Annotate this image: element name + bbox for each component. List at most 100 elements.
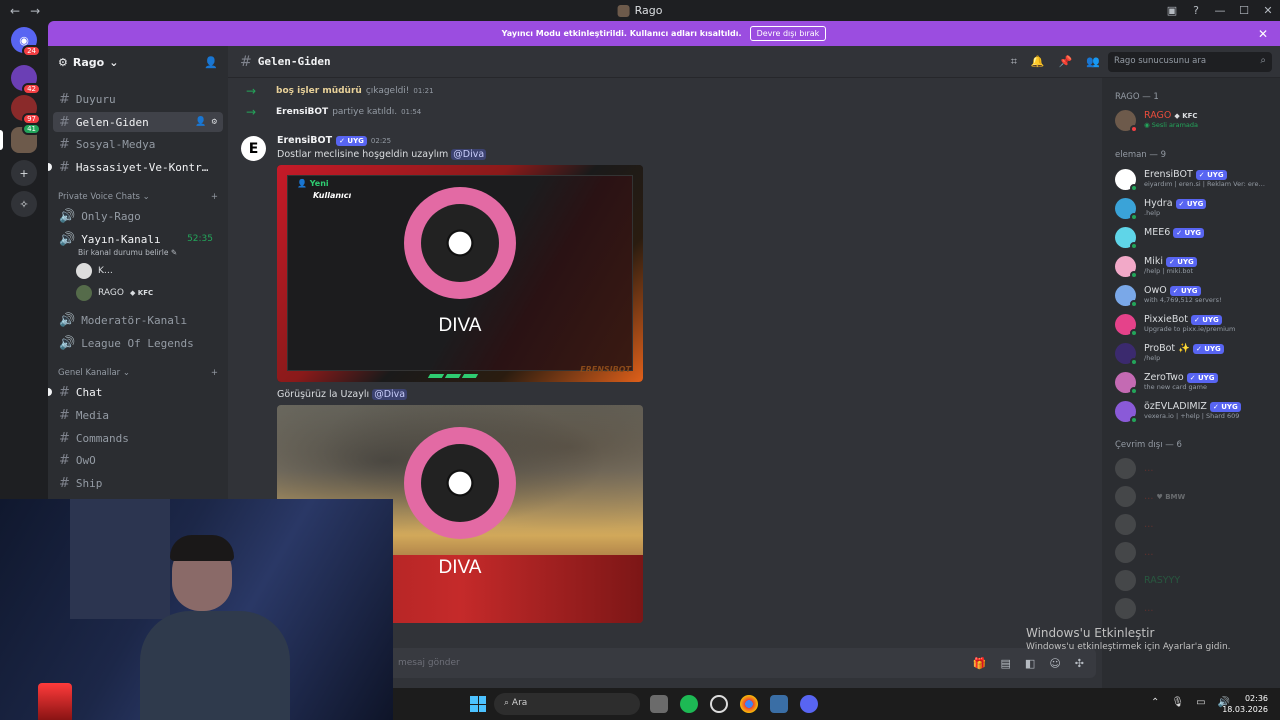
threads-icon[interactable]: ⌗ [1011,55,1017,69]
network-icon[interactable]: ▭ [1196,697,1205,708]
message-author[interactable]: ErensiBOT [277,135,332,146]
add-server-button[interactable]: + [11,160,37,186]
member-name: MEE6 [1144,227,1171,238]
server-icon[interactable]: 97 [11,95,41,125]
microphone-icon[interactable]: 🎙 [1171,697,1184,708]
user-mention[interactable]: @Diva [451,149,487,160]
gif-icon[interactable]: ▤ [1001,657,1011,670]
member-item[interactable]: ErensiBOT ✓ UYG eiyardım | eren.si | Rekla… [1115,169,1275,192]
member-item-offline[interactable]: … [1115,514,1275,535]
emoji-icon[interactable]: ☺ [1049,657,1060,670]
channel-duyuru[interactable]: # Duyuru [53,89,223,109]
member-item-offline[interactable]: … [1115,458,1275,479]
taskbar-search[interactable]: ⌕ Ara [494,693,640,715]
channel-status-prompt[interactable]: Bir kanal durumu belirle ✎ [78,248,177,257]
add-channel-icon[interactable]: + [211,368,218,378]
spotify-icon[interactable] [680,695,698,713]
channel-sosyal-medya[interactable]: # Sosyal-Medya [53,134,223,154]
hash-icon: # [59,407,70,423]
file-explorer-icon[interactable] [650,695,668,713]
channel-owo[interactable]: # OwO [53,450,223,470]
clock-date: 18.03.2026 [1222,705,1268,714]
discord-taskbar-icon[interactable] [800,695,818,713]
explore-button[interactable]: ✧ [11,191,37,217]
channel-commands[interactable]: # Commands [53,428,223,448]
member-item-offline[interactable]: … ♥ BMW [1115,486,1275,507]
start-button[interactable] [470,696,486,712]
maximize-icon[interactable]: ☐ [1232,4,1256,17]
channel-media[interactable]: # Media [53,405,223,425]
category-genel[interactable]: Genel Kanallar ⌄ + [58,368,218,378]
obs-icon[interactable] [710,695,728,713]
system-user[interactable]: ErensiBOT [276,107,328,117]
member-item[interactable]: OwO ✓ UYG with 4,769,512 servers! [1115,285,1275,308]
channel-chat[interactable]: # Chat [48,382,223,402]
server-icon[interactable]: 42 [11,65,41,95]
member-item-offline[interactable]: … [1115,598,1275,619]
voice-user[interactable]: K… [76,263,113,279]
channel-gelen-giden[interactable]: # Gelen-Giden 👤 ⚙ [53,112,223,132]
system-clock[interactable]: 02:36 18.03.2026 [1222,693,1268,715]
server-header[interactable]: ⚙ Rago ⌄ 👤 [48,46,228,78]
voice-channel-league[interactable]: 🔊 League Of Legends [53,333,223,353]
category-private-voice[interactable]: Private Voice Chats ⌄ + [58,192,218,202]
member-item-offline[interactable]: … [1115,542,1275,563]
member-item[interactable]: PixxieBot ✓ UYG Upgrade to pixx.ie/premium [1115,314,1275,337]
webcam-overlay [0,499,393,720]
help-icon[interactable]: ? [1184,4,1208,17]
card-bars [427,374,479,378]
close-banner-icon[interactable]: ✕ [1258,27,1268,41]
welcome-card-image[interactable]: 👤 Yeni Kullanıcı DIVA ERENSIBOT [277,165,643,382]
server-icon-rago[interactable]: 41 [0,123,41,153]
channel-label: Duyuru [75,92,116,106]
member-item-offline[interactable]: RASYYY [1115,570,1275,591]
guild-tag-text: BMW [1165,492,1186,501]
member-item[interactable]: Hydra ✓ UYG .help [1115,198,1275,221]
app-tag: ✓ UYG [1195,169,1227,180]
search-input[interactable]: Rago sunucusunu ara ⌕ [1108,52,1272,72]
member-item[interactable]: özEVLADIMIZ ✓ UYG vexera.io | +help | Shar… [1115,401,1275,424]
channel-hassasiyet[interactable]: # Hassasiyet-Ve-Kontr… [48,157,223,177]
speaker-icon: 🔊 [59,231,76,247]
pin-icon[interactable]: 📌 [1059,55,1073,69]
member-item[interactable]: MEE6 ✓ UYG [1115,227,1275,250]
inbox-icon[interactable]: ▣ [1160,4,1184,17]
avatar[interactable]: E [241,136,266,161]
voice-channel-only-rago[interactable]: 🔊 Only-Rago [53,206,223,226]
bell-icon[interactable]: 🔔 [1031,55,1045,69]
member-item[interactable]: RAGO ◆ KFC ◉ Sesli aramada [1115,110,1275,133]
notification-badge: 41 [22,123,41,135]
minimize-icon[interactable]: — [1208,4,1232,17]
member-item[interactable]: Miki ✓ UYG/help | miki.bot [1115,256,1275,279]
timestamp: 02:25 [370,136,392,145]
gift-icon[interactable]: 🎁 [973,657,987,670]
title-bar: ← → Rago ▣ ? — ☐ ✕ [0,0,1280,21]
forward-icon[interactable]: → [30,4,40,18]
app-icon[interactable] [770,695,788,713]
channel-ship[interactable]: # Ship [53,473,223,493]
invite-icon[interactable]: 👤 [204,56,218,69]
sticker-icon[interactable]: ◧ [1025,657,1035,670]
message-input[interactable]: mesaj gönder 🎁 ▤ ◧ ☺ ✣ [388,648,1096,678]
voice-channel-yayin-kanali[interactable]: 🔊 Yayın-Kanalı 52:35 [53,229,223,249]
avatar [1115,198,1138,221]
voice-user[interactable]: RAGO ◆ KFC [76,285,153,301]
member-name: ErensiBOT [1144,169,1193,180]
channel-settings-icon[interactable]: 👤 ⚙ [195,117,217,127]
home-button[interactable]: ◉ 24 [11,27,41,57]
add-channel-icon[interactable]: + [211,192,218,202]
chrome-icon[interactable] [740,695,758,713]
apps-icon[interactable]: ✣ [1075,657,1084,670]
voice-channel-moderator[interactable]: 🔊 Moderatör-Kanalı [53,310,223,330]
speaker-icon: 🔊 [59,208,76,224]
avatar [1115,542,1136,563]
chevron-up-icon[interactable]: ⌃ [1151,697,1159,708]
back-icon[interactable]: ← [10,4,20,18]
disable-streamer-mode-button[interactable]: Devre dışı bırak [749,26,827,41]
system-user[interactable]: boş işler müdürü [276,86,362,96]
member-item[interactable]: ZeroTwo ✓ UYG the new card game [1115,372,1275,395]
user-mention[interactable]: @Diva [372,389,408,400]
close-icon[interactable]: ✕ [1256,4,1280,17]
members-icon[interactable]: 👥 [1086,55,1100,69]
member-item[interactable]: ProBot ✨ ✓ UYG/help [1115,343,1275,366]
